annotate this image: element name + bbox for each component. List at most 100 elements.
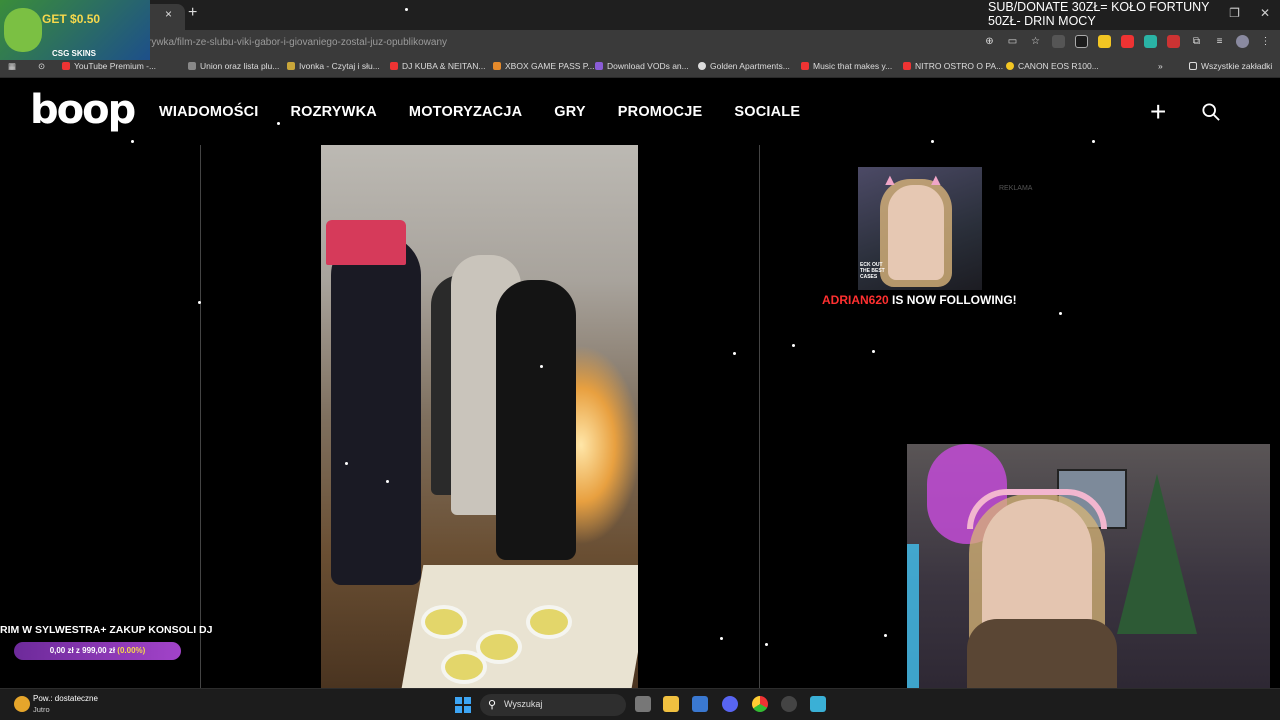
extension-icon[interactable] <box>1052 35 1065 48</box>
snowflake <box>540 365 543 368</box>
cast-icon[interactable]: ▭ <box>1006 35 1019 48</box>
nav-item-sociale[interactable]: SOCIALE <box>734 104 800 120</box>
weather-icon[interactable] <box>14 696 30 712</box>
favicon-icon <box>1006 62 1014 70</box>
browser-toolbar: ⊕ ▭ ☆ ⧉ ≡ ⋮ <box>983 35 1272 48</box>
search-placeholder: Wyszukaj <box>504 699 543 709</box>
notepad-icon[interactable] <box>810 696 826 712</box>
snowflake <box>720 637 723 640</box>
donate-info: SUB/DONATE 30ZŁ= KOŁO FORTUNY 50ZŁ- DRIN… <box>988 0 1210 28</box>
snowflake <box>277 122 280 125</box>
weather-day: Jutro <box>33 705 50 714</box>
follower-name: ADRIAN620 <box>822 293 889 307</box>
folder-icon <box>1189 62 1197 70</box>
windows-taskbar: Pow.: dostateczne Jutro ⚲ Wyszukaj <box>0 688 1280 720</box>
nav-item-wiadomosci[interactable]: WIADOMOŚCI <box>159 104 258 120</box>
reading-list-icon[interactable]: ≡ <box>1213 35 1226 48</box>
video-plate <box>441 650 487 684</box>
banner-offer: GET $0.50 <box>42 12 101 26</box>
bookmark-icon[interactable]: ⊙ <box>38 61 45 72</box>
site-logo[interactable]: boop <box>30 87 136 133</box>
discord-icon[interactable] <box>722 696 738 712</box>
sponsor-banner: GET $0.50 CSG SKINS <box>0 0 150 60</box>
snowflake <box>884 634 887 637</box>
extension-icon[interactable] <box>1144 35 1157 48</box>
nav-item-motoryzacja[interactable]: MOTORYZACJA <box>409 104 522 120</box>
snowflake <box>131 140 134 143</box>
snowflake <box>1092 140 1095 143</box>
search-icon[interactable] <box>1202 103 1220 121</box>
menu-kebab-icon[interactable]: ⋮ <box>1259 35 1272 48</box>
bookmark-item[interactable]: Union oraz lista plu... <box>188 61 279 71</box>
bookmark-star-icon[interactable]: ☆ <box>1029 35 1042 48</box>
store-icon[interactable] <box>692 696 708 712</box>
mascot-image <box>4 8 42 52</box>
video-figure <box>496 280 576 560</box>
snowflake <box>386 480 389 483</box>
extension-icon[interactable] <box>1121 35 1134 48</box>
new-tab-button[interactable]: + <box>188 4 197 22</box>
file-explorer-icon[interactable] <box>663 696 679 712</box>
nav-item-gry[interactable]: GRY <box>554 104 585 120</box>
snowflake <box>198 301 201 304</box>
follow-alert-image: ▲▲ ECK OUT THE BEST CASES <box>858 167 982 290</box>
column-divider <box>759 145 760 688</box>
extensions-puzzle-icon[interactable]: ⧉ <box>1190 35 1203 48</box>
extension-icon[interactable] <box>1098 35 1111 48</box>
apps-grid-icon[interactable]: ▦ <box>8 61 16 72</box>
weather-status[interactable]: Pow.: dostateczne <box>33 694 98 703</box>
stream-goal-value: 0,00 zł z 999,00 zł (0.00%) <box>49 646 146 655</box>
wedding-video[interactable] <box>321 145 638 688</box>
bookmark-item[interactable]: XBOX GAME PASS P... <box>493 61 594 71</box>
tab-close-icon[interactable]: × <box>165 7 172 21</box>
extension-icon[interactable] <box>1167 35 1180 48</box>
chrome-icon[interactable] <box>752 696 768 712</box>
snowflake <box>405 8 408 11</box>
alert-card-text: ECK OUT THE BEST CASES <box>860 262 885 280</box>
streamer-webcam <box>907 444 1270 720</box>
search-icon: ⚲ <box>488 699 497 711</box>
cat-ear-headset <box>967 489 1107 529</box>
video-figure <box>331 235 421 585</box>
zoom-icon[interactable]: ⊕ <box>983 35 996 48</box>
video-plate <box>526 605 572 639</box>
bookmark-item[interactable]: Ivonka - Czytaj i słu... <box>287 61 380 71</box>
favicon-icon <box>493 62 501 70</box>
bookmark-item[interactable]: NITRO OSTRO O PA... <box>903 61 1003 71</box>
favicon-icon <box>595 62 603 70</box>
extension-icon[interactable] <box>1075 35 1088 48</box>
close-window-icon[interactable]: ✕ <box>1260 6 1270 20</box>
bookmark-item[interactable]: Download VODs an... <box>595 61 689 71</box>
favicon-icon <box>903 62 911 70</box>
column-divider <box>200 145 201 688</box>
christmas-tree <box>1117 474 1197 634</box>
restore-window-icon[interactable]: ❐ <box>1229 6 1240 20</box>
favicon-icon <box>698 62 706 70</box>
snowflake <box>345 462 348 465</box>
nav-item-rozrywka[interactable]: ROZRYWKA <box>290 104 376 120</box>
bookmark-item[interactable]: YouTube Premium -... <box>62 61 156 71</box>
favicon-icon <box>62 62 70 70</box>
profile-avatar-icon[interactable] <box>1236 35 1249 48</box>
nav-item-promocje[interactable]: PROMOCJE <box>618 104 703 120</box>
cat-ears-icon: ▲▲ <box>882 172 974 189</box>
url-field[interactable]: rywka/film-ze-slubu-viki-gabor-i-giovani… <box>148 37 447 48</box>
favicon-icon <box>188 62 196 70</box>
window-controls: ❐ ✕ <box>1229 6 1270 20</box>
bookmark-item[interactable]: CANON EOS R100... <box>1006 61 1099 71</box>
app-icon[interactable] <box>781 696 797 712</box>
bookmarks-bar: ▦ ⊙ YouTube Premium -... Union oraz list… <box>0 56 1280 78</box>
windows-start-icon[interactable] <box>455 697 471 713</box>
bookmark-item[interactable]: DJ KUBA & NEITAN... <box>390 61 485 71</box>
bookmark-item[interactable]: Music that makes y... <box>801 61 892 71</box>
plus-button[interactable]: + <box>1150 96 1166 128</box>
snowflake <box>765 643 768 646</box>
snowflake <box>1059 312 1062 315</box>
taskbar-search-input[interactable]: ⚲ Wyszukaj <box>480 694 626 716</box>
bookmark-item[interactable]: Golden Apartments... <box>698 61 790 71</box>
task-view-icon[interactable] <box>635 696 651 712</box>
alert-face <box>888 185 944 280</box>
all-bookmarks-folder[interactable]: Wszystkie zakładki <box>1189 61 1272 71</box>
stream-goal-bar: 0,00 zł z 999,00 zł (0.00%) <box>14 642 181 660</box>
more-bookmarks-icon[interactable]: » <box>1158 61 1163 71</box>
